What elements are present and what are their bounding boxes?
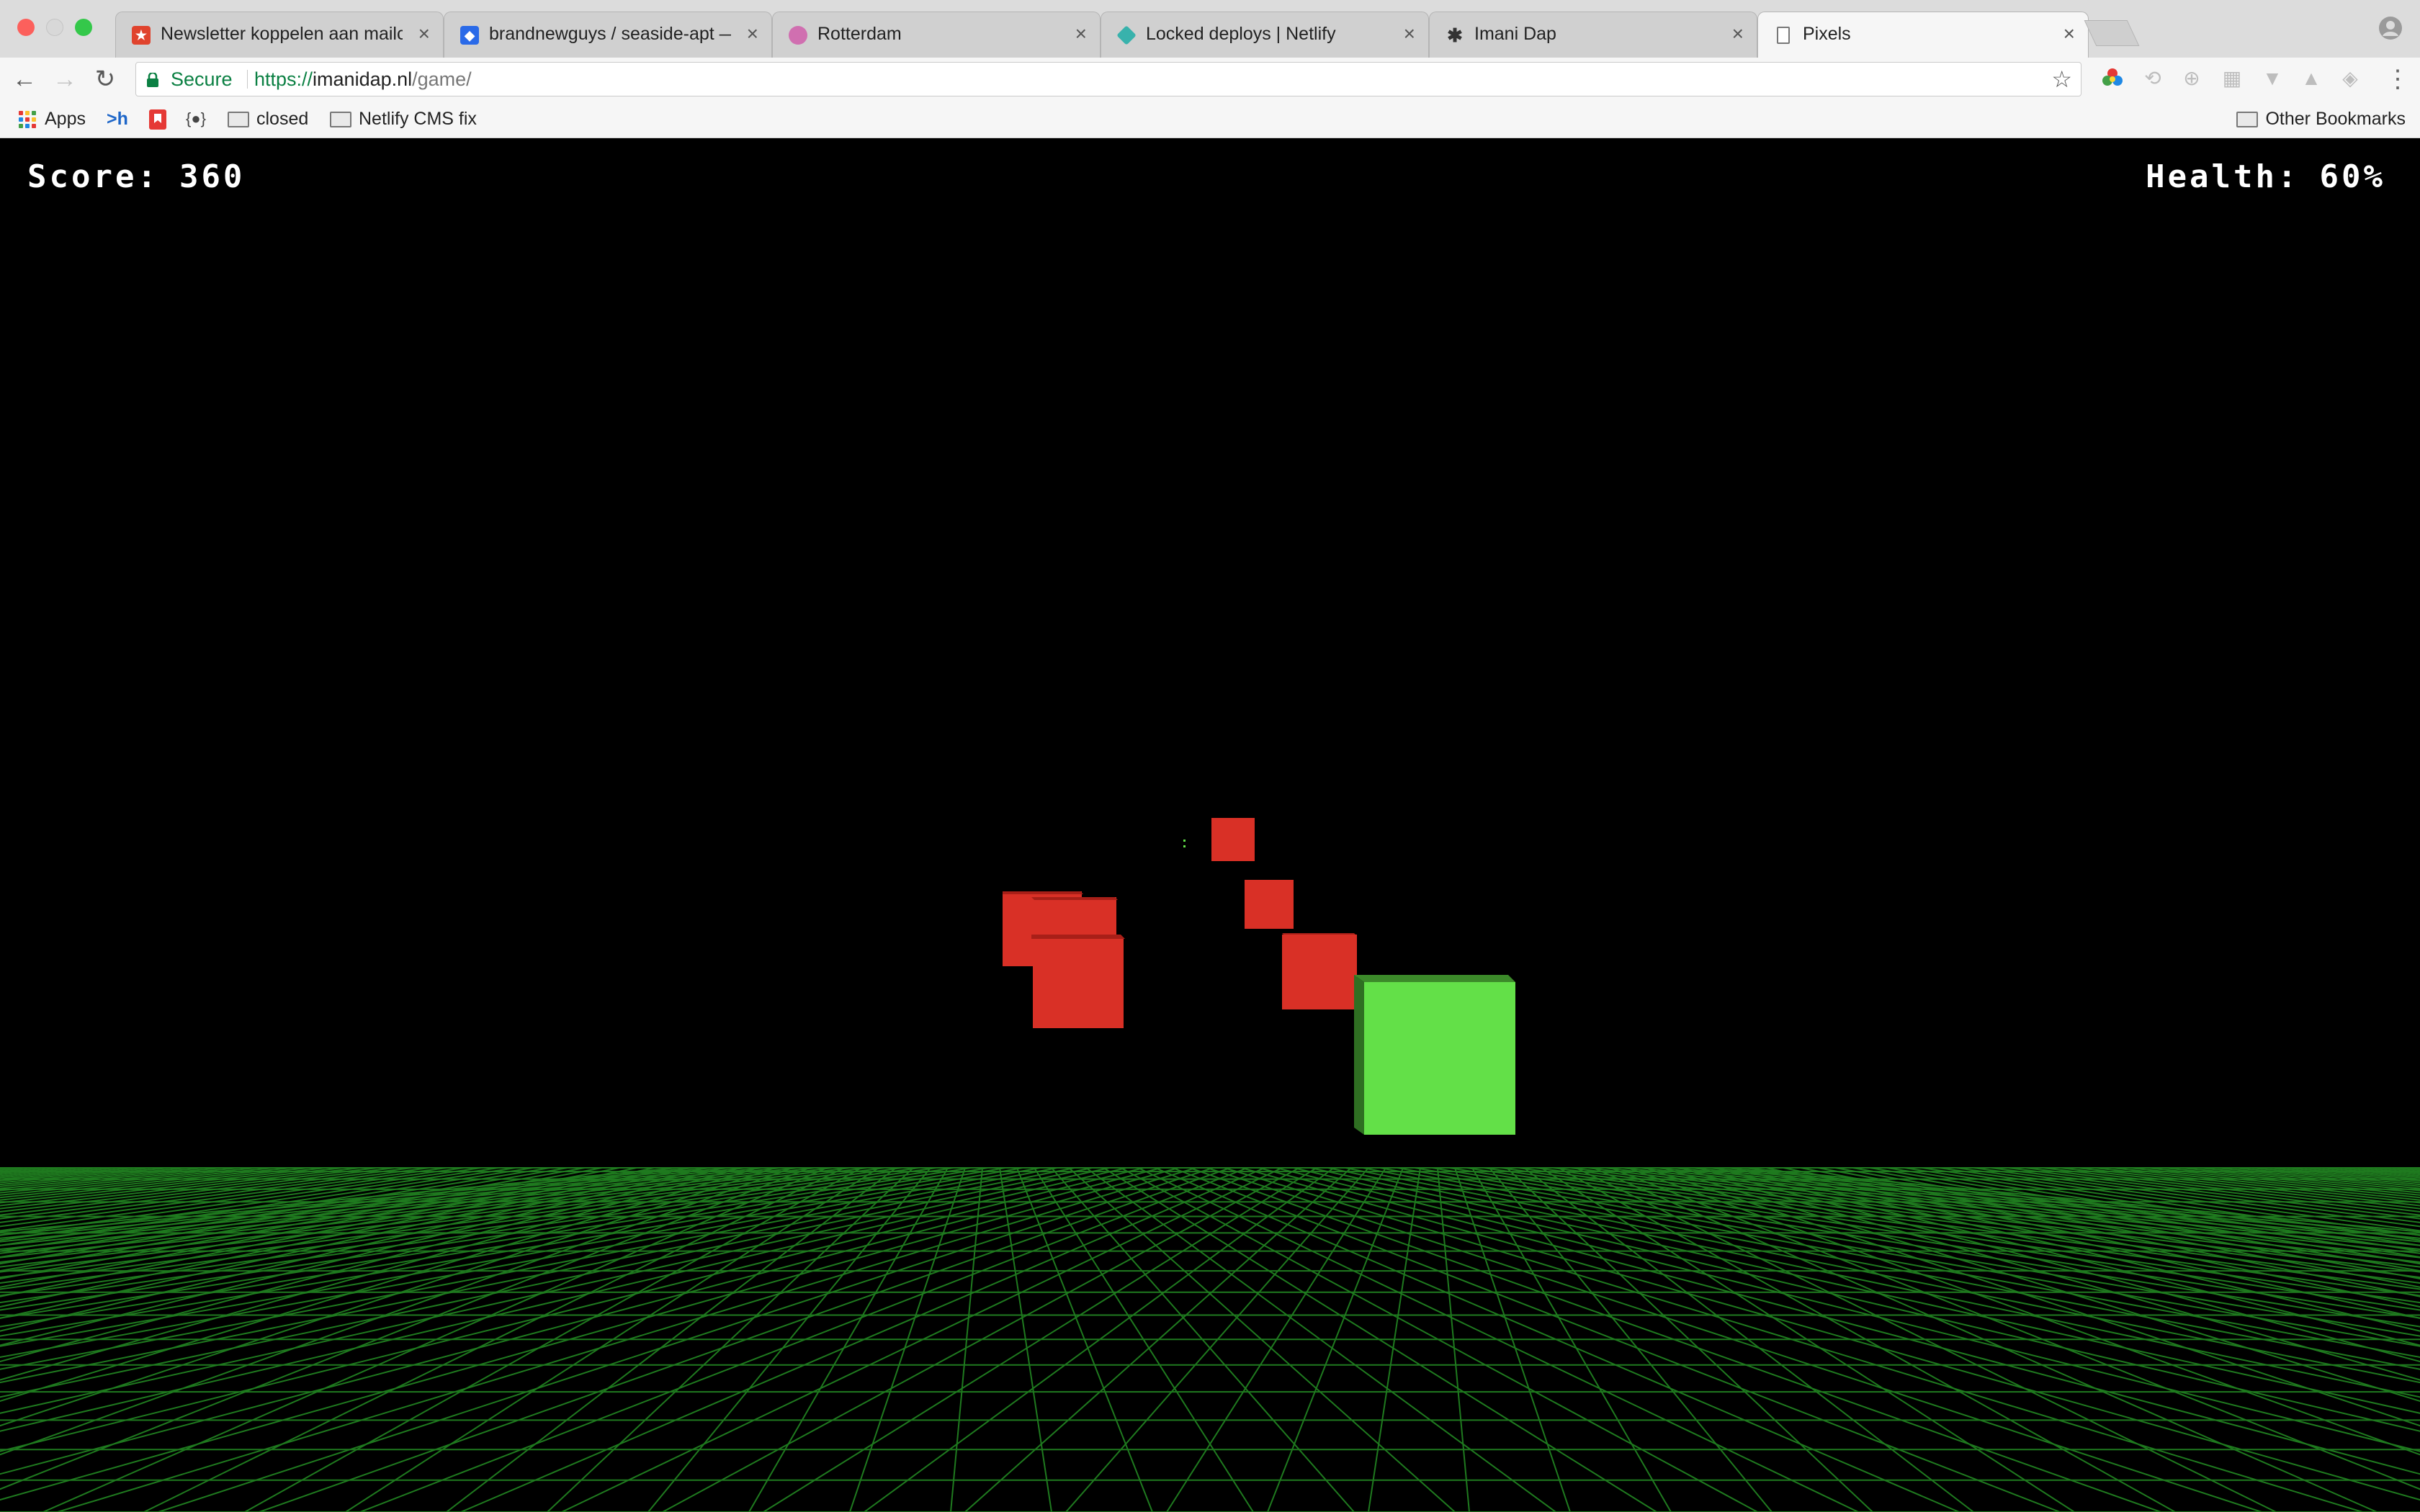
enemy-cube	[1211, 818, 1255, 861]
tab-title: Rotterdam	[817, 24, 902, 44]
health-value: 60%	[2319, 158, 2385, 195]
bookmark-ribbon-icon	[149, 109, 166, 130]
health-label: Health:	[2146, 158, 2300, 195]
tab-newsletter[interactable]: ★ Newsletter koppelen aan mailc ×	[115, 12, 444, 58]
browser-toolbar: ← → ↻ Secure https://imanidap.nl/game/ ☆…	[0, 58, 2420, 101]
folder-icon	[228, 112, 249, 128]
tab-title: Newsletter koppelen aan mailc	[161, 24, 403, 44]
tab-close-icon[interactable]: ×	[1732, 12, 1744, 55]
bookmark-other[interactable]: Other Bookmarks	[2236, 101, 2406, 138]
tab-title: brandnewguys / seaside-apt —	[489, 24, 731, 44]
extension-icon[interactable]: ⊕	[2179, 66, 2204, 91]
crosshair-icon	[1183, 840, 1186, 847]
url-path: /game/	[412, 68, 472, 90]
tab-title: Pixels	[1803, 24, 1851, 44]
profile-icon[interactable]	[2378, 16, 2403, 40]
tab-bitbucket[interactable]: ◆ brandnewguys / seaside-apt — ×	[444, 12, 772, 58]
tab-title: Locked deploys | Netlify	[1146, 24, 1336, 44]
bookmark-label: closed	[256, 109, 309, 129]
bitbucket-favicon-icon: ◆	[460, 26, 479, 45]
bookmark-label: >h	[107, 109, 128, 129]
bookmark-label: Apps	[45, 109, 86, 129]
bookmark-star-icon[interactable]: ☆	[2051, 63, 2072, 96]
folder-icon	[2236, 112, 2259, 128]
floor-grid	[0, 818, 2420, 1512]
secure-label: Secure	[171, 68, 233, 90]
tab-strip: ★ Newsletter koppelen aan mailc × ◆ bran…	[0, 0, 2420, 58]
vue-devtools-icon[interactable]: ▼	[2260, 66, 2285, 91]
extension-icon[interactable]: ⟲	[2141, 66, 2165, 91]
tab-close-icon[interactable]: ×	[747, 12, 758, 55]
menu-icon[interactable]: ⋮	[2385, 63, 2410, 95]
color-picker-extension-icon[interactable]	[2100, 66, 2125, 91]
newsletter-favicon-icon: ★	[132, 26, 151, 45]
tab-imani-dap[interactable]: ✱ Imani Dap ×	[1429, 12, 1757, 58]
tab-close-icon[interactable]: ×	[2063, 12, 2075, 55]
bookmark-label: Other Bookmarks	[2265, 109, 2406, 129]
drive-icon[interactable]: ▲	[2299, 66, 2323, 91]
score-value: 360	[179, 158, 246, 195]
gear-favicon-icon: ✱	[1447, 24, 1463, 46]
page-favicon-icon	[1777, 27, 1790, 44]
health-display: Health: 60%	[2146, 158, 2385, 195]
tab-close-icon[interactable]: ×	[1404, 12, 1415, 55]
tab-close-icon[interactable]: ×	[1075, 12, 1087, 55]
url-scheme: https://	[254, 68, 313, 90]
bookmark-folder-closed[interactable]: closed	[228, 101, 308, 138]
divider	[247, 70, 248, 89]
address-bar[interactable]: Secure https://imanidap.nl/game/ ☆	[135, 62, 2081, 96]
apps-grid-icon	[19, 111, 36, 129]
back-icon[interactable]: ←	[9, 63, 40, 95]
tab-netlify[interactable]: Locked deploys | Netlify ×	[1101, 12, 1429, 58]
enemy-cube	[1031, 935, 1125, 1028]
bookmark-saved[interactable]	[148, 101, 167, 138]
window-close-button[interactable]	[17, 19, 35, 36]
bookmark-label: Netlify CMS fix	[359, 109, 477, 129]
tab-close-icon[interactable]: ×	[418, 12, 430, 55]
bookmarks-bar: Apps >h {●} closed Netlify CMS fix Other…	[0, 101, 2420, 138]
enemy-cube	[1282, 933, 1357, 1009]
netlify-favicon-icon	[1116, 25, 1137, 45]
layers-icon[interactable]: ◈	[2338, 66, 2362, 91]
window-maximize-button[interactable]	[75, 19, 92, 36]
game-canvas[interactable]: Score: 360 Health: 60%	[0, 138, 2420, 1512]
rotterdam-favicon-icon	[789, 26, 807, 45]
url-text[interactable]: https://imanidap.nl/game/	[254, 63, 472, 96]
window-minimize-button[interactable]	[46, 19, 63, 36]
folder-icon	[330, 112, 351, 128]
bookmark-json[interactable]: {●}	[186, 101, 206, 138]
bookmark-apps[interactable]: Apps	[19, 101, 86, 138]
bookmark-folder-netlify[interactable]: Netlify CMS fix	[330, 101, 477, 138]
extension-icon[interactable]: ▦	[2220, 66, 2244, 91]
tab-rotterdam[interactable]: Rotterdam ×	[772, 12, 1101, 58]
url-host: imanidap.nl	[313, 68, 413, 90]
enemy-cube	[1245, 880, 1294, 929]
score-label: Score:	[27, 158, 159, 195]
code-braces-icon: {●}	[186, 109, 206, 127]
bookmark-hackernews[interactable]: >h	[107, 101, 128, 138]
tab-pixels[interactable]: Pixels ×	[1757, 12, 2089, 58]
score-display: Score: 360	[27, 158, 245, 195]
new-tab-button[interactable]	[2084, 20, 2140, 46]
reload-icon[interactable]: ↻	[89, 63, 121, 95]
forward-icon[interactable]: →	[49, 63, 81, 95]
tab-title: Imani Dap	[1474, 24, 1556, 44]
player-cube	[1354, 975, 1515, 1135]
lock-icon	[147, 73, 158, 87]
